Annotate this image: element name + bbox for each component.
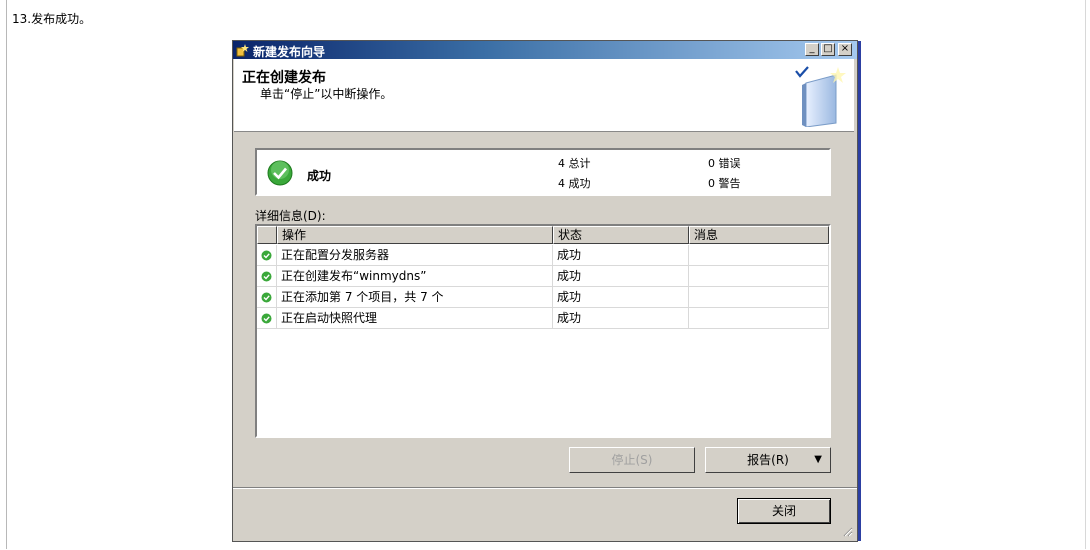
action-cell: 正在创建发布“winmydns” bbox=[277, 266, 553, 287]
warning-count: 0 警告 bbox=[708, 177, 741, 190]
book-check-icon bbox=[795, 66, 846, 127]
details-grid: 操作 状态 消息 正在配置分发服务器 成功 正在创建发布“winmydns” 成… bbox=[255, 224, 831, 438]
window-edge bbox=[858, 41, 861, 541]
divider bbox=[233, 487, 857, 489]
action-cell: 正在添加第 7 个项目，共 7 个 bbox=[277, 287, 553, 308]
icon-cell bbox=[257, 266, 277, 287]
total-count: 4 总计 bbox=[558, 157, 591, 170]
dropdown-arrow-icon[interactable]: ▼ bbox=[814, 448, 822, 472]
step-caption: 13.发布成功。 bbox=[12, 12, 92, 26]
icon-column-header bbox=[257, 226, 277, 244]
title-bar[interactable]: 新建发布向导 _ □ × bbox=[233, 41, 857, 59]
wizard-dialog: 新建发布向导 _ □ × 正在创建发布 单击“停止”以中断操作。 成功 4 总计… bbox=[232, 40, 861, 542]
wizard-app-icon bbox=[236, 44, 249, 57]
minimize-button[interactable]: _ bbox=[805, 43, 819, 56]
column-header-action[interactable]: 操作 bbox=[277, 226, 553, 244]
success-count: 4 成功 bbox=[558, 177, 591, 190]
details-label: 详细信息(D): bbox=[255, 209, 326, 223]
status-cell: 成功 bbox=[553, 266, 689, 287]
wizard-header: 正在创建发布 单击“停止”以中断操作。 bbox=[234, 59, 854, 132]
status-cell: 成功 bbox=[553, 308, 689, 329]
table-row[interactable]: 正在配置分发服务器 成功 bbox=[257, 245, 829, 266]
table-row[interactable]: 正在创建发布“winmydns” 成功 bbox=[257, 266, 829, 287]
page-title: 正在创建发布 bbox=[242, 70, 326, 86]
icon-cell bbox=[257, 308, 277, 329]
stop-button[interactable]: 停止(S) bbox=[569, 447, 695, 473]
icon-cell bbox=[257, 287, 277, 308]
status-cell: 成功 bbox=[553, 245, 689, 266]
table-row[interactable]: 正在添加第 7 个项目，共 7 个 成功 bbox=[257, 287, 829, 308]
summary-panel: 成功 4 总计 4 成功 0 错误 0 警告 bbox=[255, 148, 831, 196]
close-button[interactable]: 关闭 bbox=[737, 498, 831, 524]
report-button-label: 报告(R) bbox=[747, 453, 789, 467]
report-button[interactable]: 报告(R) ▼ bbox=[705, 447, 831, 473]
column-header-status[interactable]: 状态 bbox=[553, 226, 689, 244]
summary-result: 成功 bbox=[307, 169, 332, 183]
action-cell: 正在配置分发服务器 bbox=[277, 245, 553, 266]
table-row[interactable]: 正在启动快照代理 成功 bbox=[257, 308, 829, 329]
close-window-button[interactable]: × bbox=[838, 43, 852, 56]
window-title: 新建发布向导 bbox=[253, 45, 326, 59]
action-cell: 正在启动快照代理 bbox=[277, 308, 553, 329]
message-cell bbox=[689, 308, 829, 329]
icon-cell bbox=[257, 245, 277, 266]
message-cell bbox=[689, 287, 829, 308]
column-header-message[interactable]: 消息 bbox=[689, 226, 829, 244]
status-cell: 成功 bbox=[553, 287, 689, 308]
message-cell bbox=[689, 266, 829, 287]
resize-grip-icon[interactable] bbox=[841, 525, 853, 537]
message-cell bbox=[689, 245, 829, 266]
success-check-icon bbox=[267, 160, 293, 186]
error-count: 0 错误 bbox=[708, 157, 741, 170]
page-subtitle: 单击“停止”以中断操作。 bbox=[260, 87, 393, 101]
maximize-button[interactable]: □ bbox=[821, 43, 835, 56]
